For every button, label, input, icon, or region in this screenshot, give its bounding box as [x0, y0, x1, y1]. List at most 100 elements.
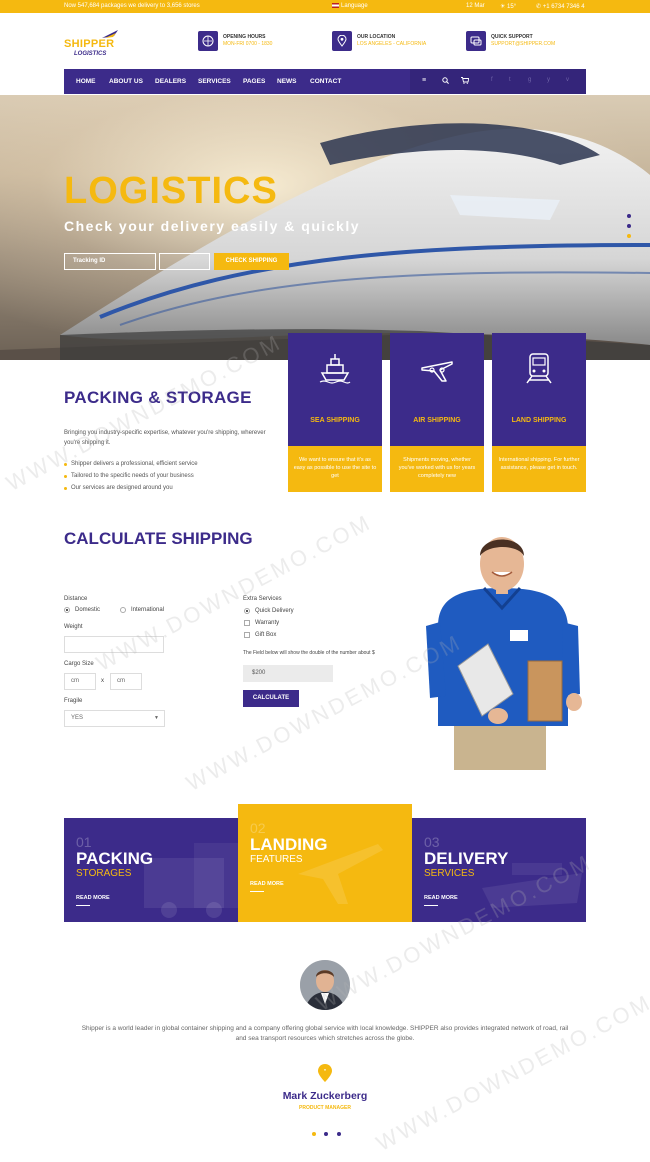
- feature-packing[interactable]: 01 PACKING STORAGES READ MORE: [64, 818, 238, 922]
- nav-about-us[interactable]: ABOUT US: [109, 78, 143, 85]
- carousel-dot[interactable]: [324, 1132, 329, 1136]
- nav-dealers[interactable]: DEALERS: [155, 78, 186, 85]
- youtube-icon[interactable]: y: [547, 77, 550, 83]
- cart-icon[interactable]: [461, 77, 470, 86]
- testimonial-name: Mark Zuckerberg: [282, 1090, 368, 1102]
- extra-services-label: Extra Services: [243, 596, 282, 602]
- menu-icon[interactable]: ≡: [422, 77, 426, 84]
- watermark: WWW.DOWNDEMO.COM: [371, 989, 650, 1156]
- fragile-select[interactable]: YES ▼: [64, 710, 165, 727]
- train-icon: [526, 353, 552, 384]
- google-plus-icon[interactable]: g: [528, 77, 531, 83]
- opening-hours-title: OPENING HOURS: [223, 34, 266, 40]
- flag-icon: [332, 3, 339, 8]
- avatar: [300, 960, 350, 1010]
- phone-icon: ✆: [536, 4, 543, 10]
- feature-subtitle: SERVICES: [424, 868, 475, 879]
- nav-pages[interactable]: PAGES: [243, 78, 265, 85]
- cargo-length-field[interactable]: cm: [64, 673, 96, 690]
- read-more-link[interactable]: READ MORE: [424, 895, 458, 901]
- main-nav: HOME ABOUT US DEALERS SERVICES PAGES NEW…: [64, 69, 586, 94]
- temperature-text: ☀ 15°: [500, 3, 516, 10]
- nav-services[interactable]: SERVICES: [198, 78, 231, 85]
- feature-subtitle: FEATURES: [250, 854, 303, 865]
- service-card-sea[interactable]: SEA SHIPPING We want to ensure that it's…: [288, 333, 382, 492]
- list-item: Shipper delivers a professional, efficie…: [64, 458, 274, 470]
- gift-box-checkbox[interactable]: [244, 632, 250, 638]
- service-title: SEA SHIPPING: [310, 417, 360, 424]
- calculate-shipping-title: CALCULATE SHIPPING: [64, 529, 253, 548]
- calendar-icon: [198, 31, 218, 51]
- chat-icon: [466, 31, 486, 51]
- fragile-label: Fragile: [64, 698, 83, 704]
- list-item: Tailored to the specific needs of your b…: [64, 470, 274, 482]
- service-title: AIR SHIPPING: [413, 417, 461, 424]
- twitter-icon[interactable]: t: [509, 77, 511, 83]
- logo-main-text: SHIPPER: [64, 38, 115, 50]
- nav-home[interactable]: HOME: [76, 78, 96, 85]
- feature-delivery[interactable]: 03 DELIVERY SERVICES READ MORE: [412, 818, 586, 922]
- feature-number: 03: [424, 834, 440, 850]
- quote-icon: ": [318, 1064, 332, 1082]
- location-title: OUR LOCATION: [357, 34, 396, 40]
- plane-icon: [421, 361, 453, 382]
- quick-delivery-radio[interactable]: [244, 608, 250, 614]
- international-radio[interactable]: [120, 607, 126, 613]
- fragile-value: YES: [71, 715, 84, 721]
- weight-label: Weight: [64, 624, 83, 630]
- slider-dot[interactable]: [627, 224, 631, 228]
- nav-news[interactable]: NEWS: [277, 78, 297, 85]
- warranty-checkbox[interactable]: [244, 620, 250, 626]
- international-label: International: [131, 607, 165, 613]
- feature-number: 02: [250, 820, 266, 836]
- phone-text[interactable]: ✆ +1 6734 7346 4: [536, 3, 585, 10]
- read-more-link[interactable]: READ MORE: [250, 881, 284, 887]
- phone-number: +1 6734 7346 4: [542, 4, 585, 10]
- hero-banner: LOGISTICS Check your delivery easily & q…: [0, 95, 650, 360]
- support-title: QUICK SUPPORT: [491, 34, 533, 40]
- tracking-secondary-input[interactable]: [159, 253, 210, 270]
- search-icon[interactable]: [442, 77, 449, 86]
- nav-contact[interactable]: CONTACT: [310, 78, 341, 85]
- hero-title: LOGISTICS: [64, 170, 278, 212]
- distance-label: Distance: [64, 596, 88, 602]
- service-desc: We want to ensure that it's as easy as p…: [288, 446, 382, 492]
- site-logo[interactable]: SHIPPER LOGISTICS: [64, 30, 124, 60]
- testimonial-dots: [312, 1123, 345, 1141]
- check-shipping-button[interactable]: CHECK SHIPPING: [214, 253, 289, 270]
- service-title: LAND SHIPPING: [511, 417, 567, 424]
- feature-landing[interactable]: 02 LANDING FEATURES READ MORE: [238, 804, 412, 922]
- quick-delivery-label: Quick Delivery: [255, 608, 294, 614]
- service-desc: Shipments moving, whether you've worked …: [390, 446, 484, 492]
- cargo-size-label: Cargo Size: [64, 661, 94, 667]
- ship-icon: [319, 354, 351, 384]
- slider-dot[interactable]: [627, 214, 631, 218]
- opening-hours-value: MON-FRI 0700 - 1830: [223, 41, 273, 47]
- slider-dot-active[interactable]: [627, 234, 631, 238]
- weight-field[interactable]: [64, 636, 164, 653]
- delivery-man-image: [426, 537, 582, 770]
- tracking-id-input[interactable]: Tracking ID: [64, 253, 156, 270]
- vimeo-icon[interactable]: v: [566, 77, 569, 83]
- feature-title: DELIVERY: [424, 849, 509, 868]
- temperature-value: 15°: [507, 4, 517, 10]
- service-card-air[interactable]: AIR SHIPPING Shipments moving, whether y…: [390, 333, 484, 492]
- language-label: Language: [341, 3, 368, 10]
- support-value[interactable]: SUPPORT@SHIPPER.COM: [491, 41, 555, 47]
- carousel-dot-active[interactable]: [312, 1132, 316, 1136]
- hero-subtitle: Check your delivery easily & quickly: [64, 218, 361, 234]
- packing-storage-title: PACKING & STORAGE: [64, 388, 252, 407]
- service-desc: International shipping. For further assi…: [492, 446, 586, 492]
- feature-title: LANDING: [250, 835, 328, 854]
- language-selector[interactable]: Language: [332, 3, 368, 9]
- service-card-land[interactable]: LAND SHIPPING International shipping. Fo…: [492, 333, 586, 492]
- testimonial-quote: Shipper is a world leader in global cont…: [81, 1025, 569, 1042]
- carousel-dot[interactable]: [336, 1132, 341, 1136]
- price-field[interactable]: $200: [243, 665, 333, 682]
- cargo-width-field[interactable]: cm: [110, 673, 142, 690]
- facebook-icon[interactable]: f: [491, 77, 493, 83]
- read-more-link[interactable]: READ MORE: [76, 895, 110, 901]
- calculate-button[interactable]: CALCULATE: [243, 690, 299, 707]
- domestic-radio[interactable]: [64, 607, 70, 613]
- divider: [76, 905, 90, 906]
